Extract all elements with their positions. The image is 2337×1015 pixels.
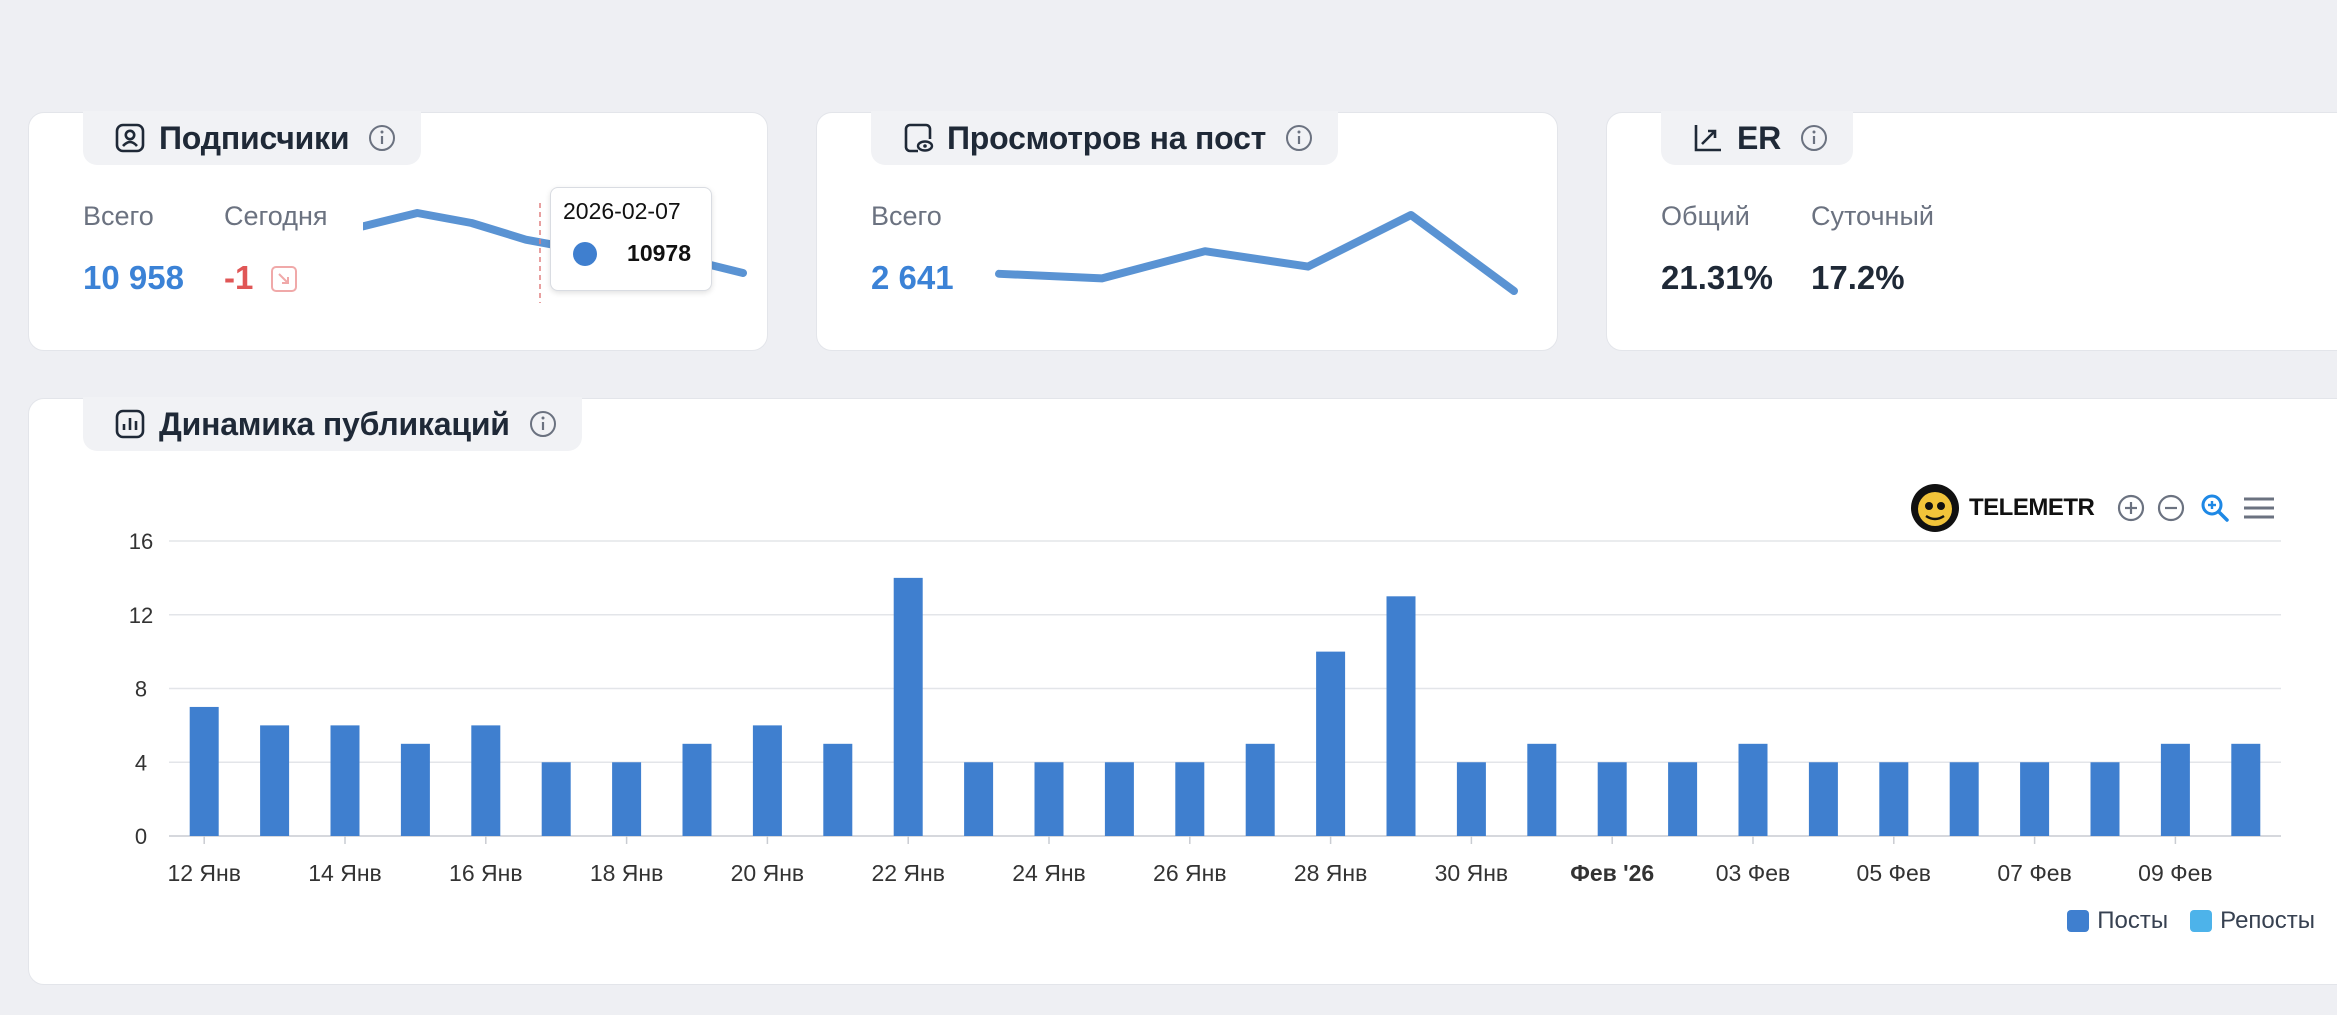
bar-posts <box>1597 762 1627 836</box>
er-daily-label: Суточный <box>1811 201 1934 231</box>
bar-posts <box>541 762 571 836</box>
tooltip-series-dot <box>573 242 597 266</box>
er-overall-label: Общий <box>1661 201 1750 231</box>
bar-posts <box>1316 651 1346 836</box>
publications-card: Динамика публикаций TELEMETR 0 4 8 12 16 12 … <box>28 397 2337 985</box>
x-tick-label: 09 Фев <box>2138 860 2212 886</box>
bar-posts <box>1949 762 1979 836</box>
legend-item-reposts[interactable]: Репосты <box>2190 907 2315 935</box>
x-tick-label: 05 Фев <box>1857 860 1931 886</box>
y-tick-label: 0 <box>135 824 147 849</box>
info-icon[interactable] <box>1284 123 1314 153</box>
bar-posts <box>471 725 501 836</box>
bar-posts <box>893 577 923 836</box>
y-tick-label: 8 <box>135 677 147 702</box>
bar-posts <box>1245 743 1275 836</box>
bar-posts <box>752 725 782 836</box>
bar-posts <box>1104 762 1134 836</box>
x-tick-label: 07 Фев <box>1997 860 2071 886</box>
x-tick-label: 14 Янв <box>308 860 382 886</box>
legend-swatch-reposts <box>2190 910 2213 932</box>
bar-posts <box>682 743 712 836</box>
views-total-label: Всего <box>871 201 942 231</box>
x-tick-label: 03 Фев <box>1716 860 1790 886</box>
subscribers-card: Подписчики Всего 10 958 Сегодня -1 2026-… <box>28 111 768 351</box>
er-title: ER <box>1737 119 1782 156</box>
bar-posts <box>612 762 642 836</box>
bar-posts <box>2020 762 2050 836</box>
views-total-value: 2 641 <box>871 259 954 296</box>
info-icon[interactable] <box>367 123 397 153</box>
subscribers-card-header: Подписчики <box>83 111 422 165</box>
growth-chart-icon <box>1691 121 1725 155</box>
chart-bars <box>189 577 2261 836</box>
chart-x-axis: 12 Янв 14 Янв 16 Янв 18 Янв 20 Янв 22 Янв 24 Я… <box>167 836 2213 886</box>
subscribers-today-value: -1 <box>224 259 254 296</box>
x-tick-label: 24 Янв <box>1012 860 1086 886</box>
er-card: ER Общий 21.31% Суточный 17.2% <box>1606 111 2337 351</box>
subscribers-tooltip: 2026-02-07 10978 <box>550 187 712 291</box>
x-tick-label: 18 Янв <box>590 860 664 886</box>
chart-y-axis: 0 4 8 12 16 <box>129 529 153 849</box>
x-tick-label: 22 Янв <box>871 860 945 886</box>
subscribers-title: Подписчики <box>159 119 350 156</box>
bar-posts <box>1527 743 1557 836</box>
tooltip-date: 2026-02-07 <box>563 198 681 224</box>
legend-label-reposts: Репосты <box>2220 907 2315 934</box>
user-badge-icon <box>113 121 147 155</box>
bar-posts <box>1668 762 1698 836</box>
tooltip-value: 10978 <box>627 240 691 266</box>
bar-posts <box>823 743 853 836</box>
views-card-header: Просмотров на пост <box>871 111 1339 165</box>
er-daily-value: 17.2% <box>1811 259 1905 296</box>
x-tick-label: 26 Янв <box>1153 860 1227 886</box>
legend-item-posts[interactable]: Посты <box>2067 907 2168 935</box>
x-tick-label: 20 Янв <box>731 860 805 886</box>
bar-posts <box>1738 743 1768 836</box>
bar-posts <box>400 743 430 836</box>
bar-posts <box>1456 762 1486 836</box>
legend-swatch-posts <box>2067 910 2090 932</box>
down-trend-icon <box>271 266 297 292</box>
publications-bar-chart: 0 4 8 12 16 12 Янв 14 Янв 16 Янв 18 Янв 20 Янв 22… <box>129 529 2281 886</box>
bar-posts <box>260 725 290 836</box>
chart-legend: Посты Репосты <box>2067 907 2315 935</box>
subscribers-total-label: Всего <box>83 201 154 231</box>
info-icon[interactable] <box>1799 123 1829 153</box>
bar-posts <box>2231 743 2261 836</box>
bar-posts <box>964 762 994 836</box>
bar-posts <box>189 706 219 836</box>
subscribers-total-value: 10 958 <box>83 259 184 296</box>
bar-posts <box>1879 762 1909 836</box>
bar-posts <box>2160 743 2190 836</box>
bar-posts <box>1034 762 1064 836</box>
views-sparkline <box>995 211 1518 295</box>
bar-posts <box>1808 762 1838 836</box>
subscribers-today-label: Сегодня <box>224 201 328 231</box>
bar-posts <box>1175 762 1205 836</box>
eye-document-icon <box>901 121 935 155</box>
y-tick-label: 4 <box>135 750 147 775</box>
views-title: Просмотров на пост <box>947 119 1267 156</box>
x-tick-label: 16 Янв <box>449 860 523 886</box>
x-tick-label: 12 Янв <box>167 860 241 886</box>
er-card-header: ER <box>1661 111 1854 165</box>
x-tick-label: 30 Янв <box>1435 860 1509 886</box>
y-tick-label: 16 <box>129 529 153 554</box>
x-tick-label: Фев '26 <box>1570 860 1654 886</box>
x-tick-label: 28 Янв <box>1294 860 1368 886</box>
bar-posts <box>2090 762 2120 836</box>
y-tick-label: 12 <box>129 603 153 628</box>
bar-posts <box>330 725 360 836</box>
bar-posts <box>1386 596 1416 836</box>
er-overall-value: 21.31% <box>1661 259 1773 296</box>
views-card: Просмотров на пост Всего 2 641 <box>816 111 1558 351</box>
legend-label-posts: Посты <box>2097 907 2169 934</box>
